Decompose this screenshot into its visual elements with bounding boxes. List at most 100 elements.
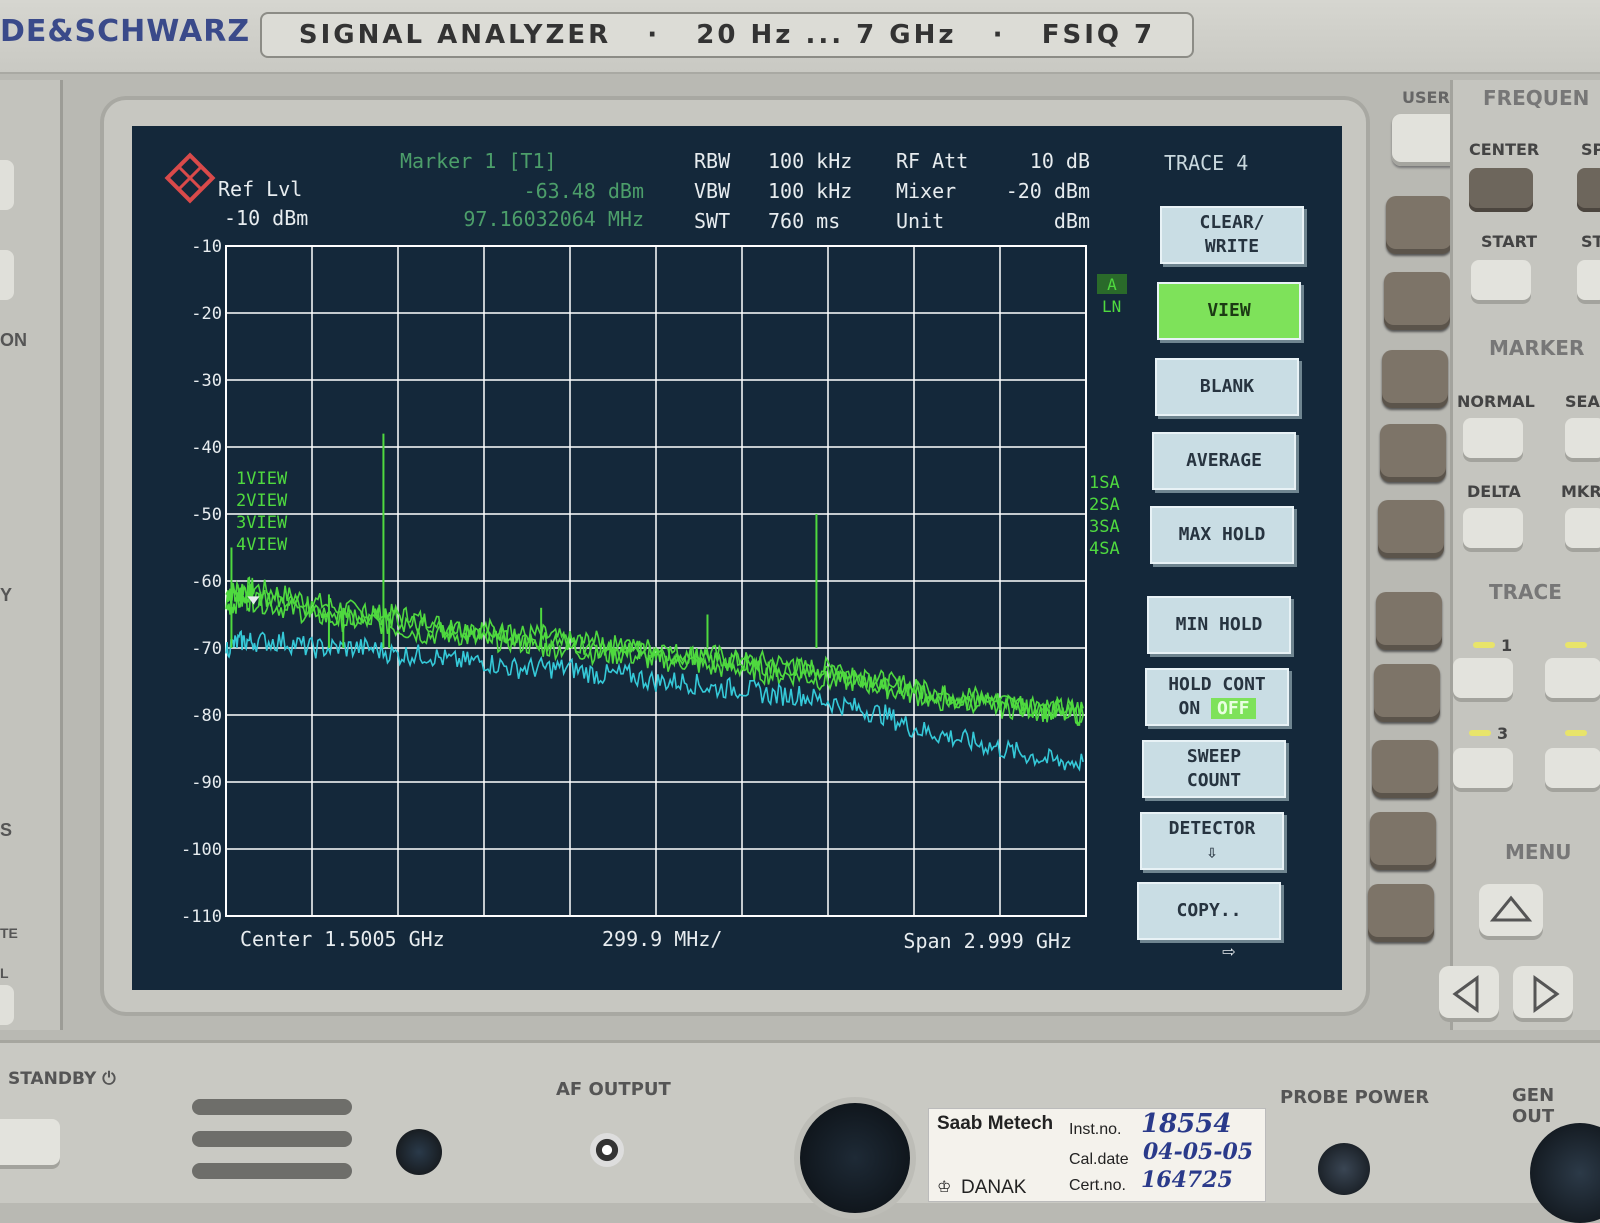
sticker-cal-value: 04-05-05 [1143, 1139, 1254, 1165]
rs-logo-icon [164, 152, 216, 204]
view-label-2: 2VIEW [236, 491, 288, 511]
sticker-cal-label: Cal.date [1069, 1151, 1129, 1168]
softkey-8[interactable]: SWEEP COUNT [1142, 740, 1286, 798]
delta-key-label: DELTA [1467, 482, 1521, 501]
y-tick-label: -110 [181, 907, 222, 927]
menu-right-key[interactable] [1513, 966, 1573, 1022]
softkey-2[interactable]: VIEW [1157, 282, 1301, 340]
af-output-jack[interactable] [590, 1133, 624, 1167]
start-key[interactable] [1471, 260, 1531, 304]
left-key-3[interactable] [0, 985, 14, 1025]
knob-small[interactable] [396, 1129, 442, 1175]
hardware-softkey-10[interactable] [1368, 884, 1434, 942]
hold-cont-off: OFF [1211, 698, 1256, 719]
trace-3-led [1469, 730, 1491, 736]
right-control-panel: FREQUEN CENTER SP START ST MARKER NORMAL… [1439, 80, 1600, 1030]
next-arrow-icon: ⇨ [1222, 939, 1236, 964]
vent-slot-3 [192, 1163, 352, 1179]
trace-1-key[interactable] [1453, 658, 1513, 702]
gen-out-label: GEN OUT [1512, 1085, 1555, 1127]
y-tick-label: -100 [181, 840, 222, 860]
softkey-9-label: DETECTOR [1168, 818, 1256, 839]
hardware-softkey-5[interactable] [1378, 500, 1444, 558]
sticker-danak: DANAK [961, 1177, 1027, 1198]
left-key-2[interactable] [0, 250, 14, 300]
ref-level-label: Ref Lvl [218, 177, 302, 201]
gen-out-connector[interactable] [1530, 1123, 1600, 1223]
vent-slot-2 [192, 1131, 352, 1147]
hardware-softkey-8[interactable] [1372, 740, 1438, 798]
vbw-label: VBW [694, 179, 731, 203]
y-tick-label: -50 [191, 505, 222, 525]
standby-switch[interactable] [0, 1119, 60, 1169]
sticker-cert-label: Cert.no. [1069, 1177, 1126, 1194]
swt-label: SWT [694, 209, 730, 233]
user-key[interactable] [1392, 114, 1458, 166]
left-label-y: Y [0, 585, 13, 605]
softkey-5[interactable]: MAX HOLD [1150, 506, 1294, 564]
sticker-cert-value: 164725 [1141, 1167, 1233, 1193]
vent-slot-1 [192, 1099, 352, 1115]
menu-left-key[interactable] [1439, 966, 1499, 1022]
left-panel: ON Y S TE L [0, 80, 63, 1030]
hardware-softkey-7[interactable] [1374, 664, 1440, 722]
bottom-panel: STANDBY ⏻ AF OUTPUT PROBE POWER GEN OUT [0, 1040, 1600, 1223]
y-tick-label: -90 [191, 773, 222, 793]
softkey-8-label: SWEEP [1186, 746, 1242, 767]
softkey-7[interactable]: HOLD CONT ON OFF [1145, 668, 1289, 726]
hardware-softkey-1[interactable] [1386, 196, 1452, 254]
marker-section-title: MARKER [1489, 336, 1585, 360]
mixer-label: Mixer [896, 179, 956, 203]
marker-title: Marker 1 [T1] [400, 149, 557, 173]
sticker-company: Saab Metech [937, 1113, 1054, 1134]
softkey-1[interactable]: CLEAR/WRITE [1160, 206, 1304, 264]
hardware-softkey-6[interactable] [1376, 592, 1442, 650]
probe-power-connector[interactable] [1318, 1143, 1370, 1195]
normal-key[interactable] [1463, 418, 1523, 462]
search-key[interactable] [1565, 418, 1600, 462]
mkr-key[interactable] [1565, 508, 1600, 552]
softkey-6-label: MIN HOLD [1175, 614, 1263, 635]
hardware-softkey-9[interactable] [1370, 812, 1436, 870]
softkey-4[interactable]: AVERAGE [1152, 432, 1296, 490]
trace-4-key[interactable] [1545, 748, 1600, 792]
left-key-1[interactable] [0, 160, 14, 210]
mkr-key-label: MKR [1561, 482, 1600, 501]
trace-3-key[interactable] [1453, 748, 1513, 792]
softkey-10[interactable]: COPY.. [1137, 882, 1281, 940]
view-label-3: 3VIEW [236, 513, 288, 533]
softkey-10-label: COPY.. [1176, 900, 1242, 921]
y-tick-label: -80 [191, 706, 222, 726]
softkey-3[interactable]: BLANK [1155, 358, 1299, 416]
trace-1-label: 1 [1501, 636, 1513, 655]
rotary-knob[interactable] [800, 1103, 910, 1213]
sticker-inst-label: Inst.no. [1069, 1121, 1122, 1138]
softkey-1-sublabel: WRITE [1204, 236, 1260, 257]
center-key[interactable] [1469, 168, 1533, 212]
normal-key-label: NORMAL [1457, 392, 1535, 411]
menu-up-key[interactable] [1479, 884, 1543, 940]
trace-4-led [1565, 730, 1587, 736]
center-key-label: CENTER [1469, 140, 1540, 159]
trace-title: TRACE 4 [1164, 151, 1248, 175]
left-label-te: TE [0, 925, 18, 941]
left-label-l: L [0, 965, 9, 981]
trace-layer [225, 433, 1084, 772]
hardware-softkey-4[interactable] [1380, 424, 1446, 482]
span-key[interactable] [1577, 168, 1600, 212]
hardware-softkey-2[interactable] [1384, 272, 1450, 330]
span-key-label: SP [1581, 140, 1600, 159]
delta-key[interactable] [1463, 508, 1523, 552]
unit-value: dBm [1054, 209, 1090, 233]
ln-tag: LN [1102, 297, 1121, 316]
y-tick-label: -20 [191, 304, 222, 324]
stop-key[interactable] [1577, 260, 1600, 304]
marker-frequency: 97.16032064 MHz [463, 207, 644, 231]
rf-att-label: RF Att [896, 149, 968, 173]
softkey-9[interactable]: DETECTOR ⇩ [1140, 812, 1284, 870]
trace-2-key[interactable] [1545, 658, 1600, 702]
softkey-6[interactable]: MIN HOLD [1147, 596, 1291, 654]
sticker-inst-value: 18554 [1141, 1109, 1232, 1139]
hardware-softkey-3[interactable] [1382, 350, 1448, 408]
trace-line-4 [225, 583, 1084, 726]
